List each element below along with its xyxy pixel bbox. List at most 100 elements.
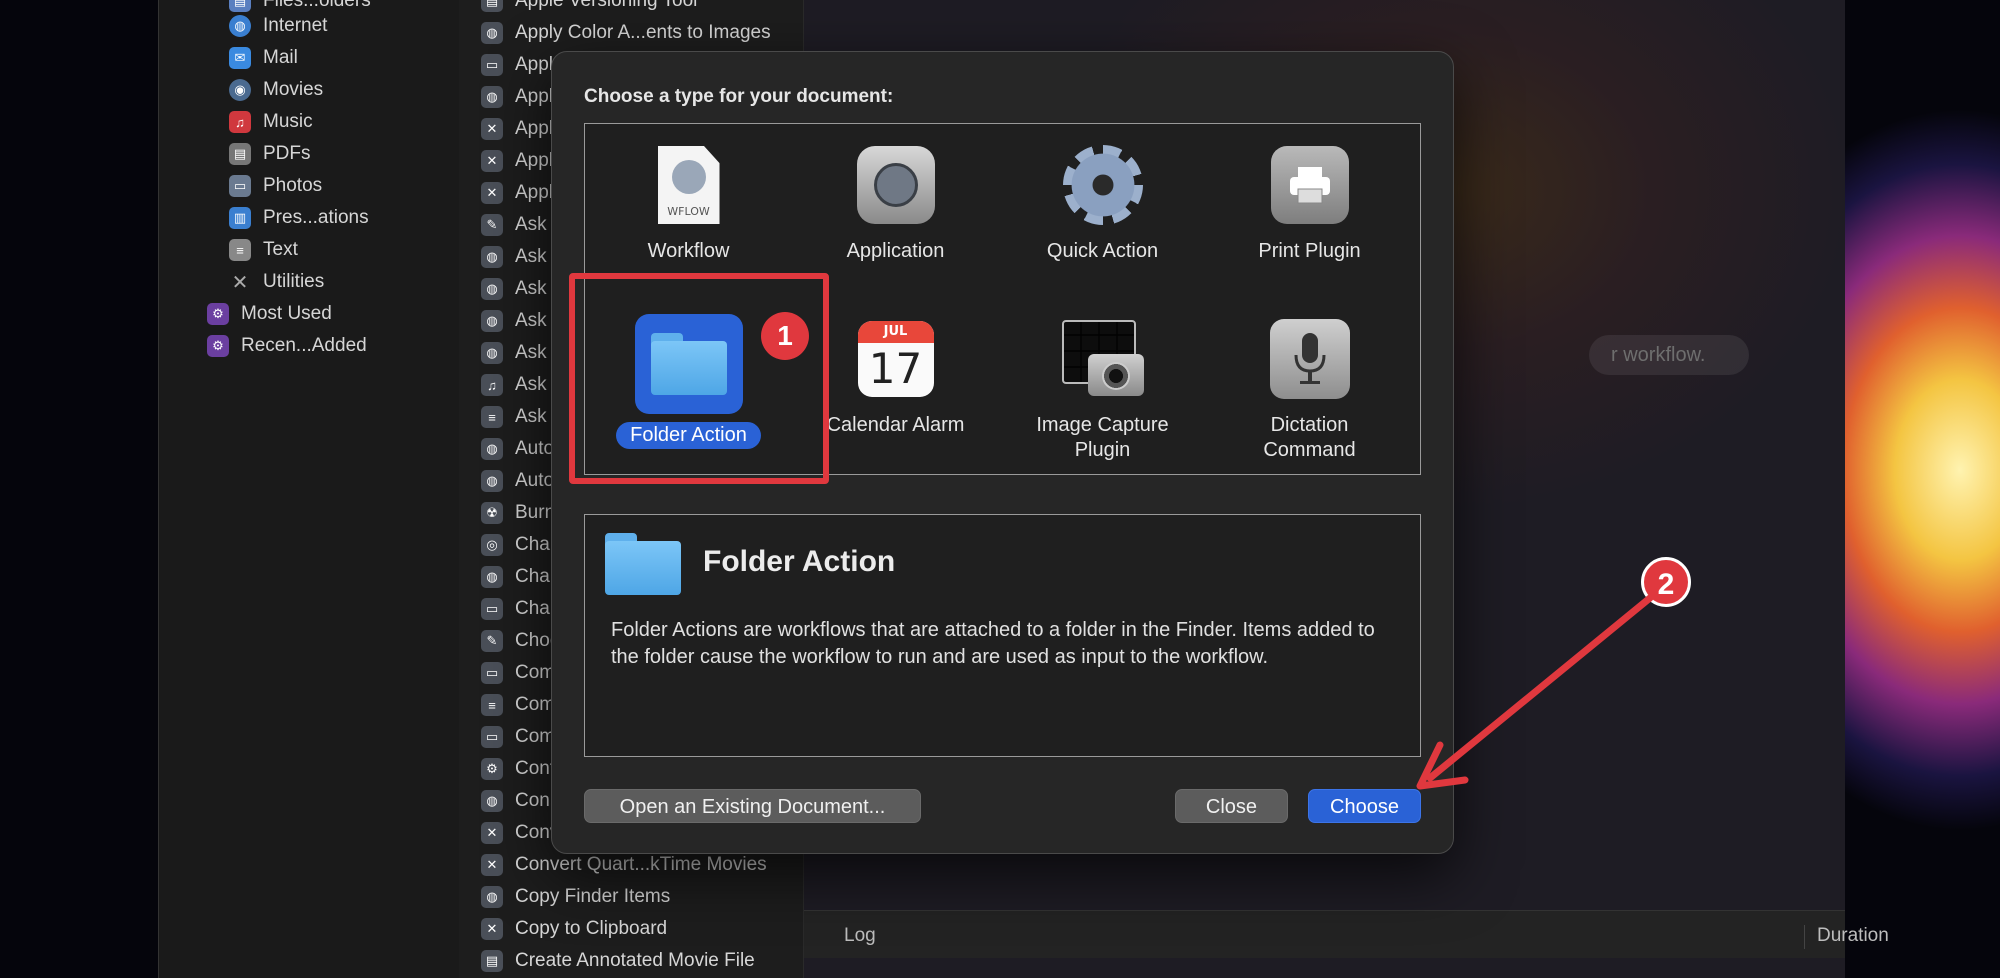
type-label: Quick Action [1046, 240, 1159, 262]
action-icon: ◍ [481, 310, 503, 332]
type-label: Image Capture Plugin [1036, 414, 1169, 461]
type-image-capture-plugin[interactable]: Image Capture Plugin [999, 304, 1206, 476]
automator-app-icon [856, 146, 935, 224]
log-header: Log Duration [804, 910, 1889, 958]
library-item-most-used[interactable]: ⚙ Most Used [207, 298, 332, 330]
action-item[interactable]: ◍ Conn [481, 785, 560, 817]
action-item[interactable]: ◍ Chan [481, 561, 560, 593]
action-icon: ✕ [481, 118, 503, 140]
library-item-text[interactable]: ≡ Text [229, 234, 298, 266]
action-item[interactable]: ✎ Choo [481, 625, 560, 657]
library-item-photos[interactable]: ▭ Photos [229, 170, 322, 202]
action-item[interactable]: ◍ Apply Color A...ents to Images [481, 17, 771, 49]
library-item-presentations[interactable]: ▥ Pres...ations [229, 202, 369, 234]
presentation-icon: ▥ [229, 207, 251, 229]
type-description-panel: Folder Action Folder Actions are workflo… [584, 514, 1421, 757]
folder-icon [605, 533, 681, 595]
action-item[interactable]: ✕ Conv [481, 817, 559, 849]
camera-icon [1061, 320, 1144, 398]
gear-icon [1062, 145, 1143, 225]
library-item-movies[interactable]: ◉ Movies [229, 74, 323, 106]
library-sidebar: ▤ Files...olders ◍ Internet ✉ Mail ◉ Mov… [159, 0, 459, 978]
smart-folder-icon: ⚙ [207, 303, 229, 325]
microphone-icon [1269, 319, 1350, 399]
library-item-recently-added[interactable]: ⚙ Recen...Added [207, 330, 367, 362]
step-2-badge: 2 [1641, 557, 1691, 607]
action-item[interactable]: ◎ Chan [481, 529, 560, 561]
action-icon: ≡ [481, 694, 503, 716]
action-item[interactable]: ▭ Chan [481, 593, 560, 625]
type-quick-action[interactable]: Quick Action [999, 130, 1206, 302]
workflow-hint: r workflow. [1589, 335, 1749, 375]
library-item-music[interactable]: ♫ Music [229, 106, 313, 138]
duration-column-label[interactable]: Duration [1804, 925, 1889, 949]
action-icon: ▭ [481, 726, 503, 748]
action-icon: ▭ [481, 54, 503, 76]
close-button[interactable]: Close [1175, 789, 1288, 823]
type-label: Workflow [647, 240, 730, 262]
action-icon: ◍ [481, 278, 503, 300]
open-existing-document-button[interactable]: Open an Existing Document... [584, 789, 921, 823]
library-item-internet[interactable]: ◍ Internet [229, 10, 327, 42]
type-label: Print Plugin [1258, 240, 1361, 262]
action-icon: ☢ [481, 502, 503, 524]
action-icon: ≡ [481, 406, 503, 428]
action-icon: ♫ [481, 374, 503, 396]
pdf-icon: ▤ [229, 143, 251, 165]
action-icon: ◍ [481, 470, 503, 492]
action-icon: ▭ [481, 598, 503, 620]
action-item[interactable]: ◍ Auto [481, 433, 554, 465]
action-item[interactable]: ▤ Apple Versioning Tool [481, 0, 697, 17]
type-dictation-command[interactable]: Dictation Command [1206, 304, 1413, 476]
action-item[interactable]: ▤ Create Annotated Movie File [481, 945, 755, 977]
step-1-badge: 1 [761, 312, 809, 360]
action-icon: ◍ [481, 342, 503, 364]
action-icon: ✕ [481, 918, 503, 940]
music-icon: ♫ [229, 111, 251, 133]
action-icon: ⚙ [481, 758, 503, 780]
action-item[interactable]: ◍ Auto [481, 465, 554, 497]
type-label: Calendar Alarm [826, 414, 965, 436]
movie-icon: ◉ [229, 79, 251, 101]
action-item[interactable]: ☢ Burn [481, 497, 555, 529]
calendar-icon: JUL 17 [857, 321, 934, 397]
library-item-utilities[interactable]: ✕ Utilities [229, 266, 325, 298]
action-icon: ◍ [481, 438, 503, 460]
action-icon: ◍ [481, 22, 503, 44]
action-icon: ◎ [481, 534, 503, 556]
description-title: Folder Action [703, 545, 896, 578]
tools-icon: ✕ [231, 271, 249, 294]
dialog-title: Choose a type for your document: [584, 86, 894, 107]
workflow-document-icon: WFLOW [657, 146, 720, 224]
printer-icon [1270, 146, 1349, 224]
action-icon: ▤ [481, 950, 503, 972]
action-icon: ◍ [481, 566, 503, 588]
library-item-mail[interactable]: ✉ Mail [229, 42, 298, 74]
type-label: Dictation Command [1263, 414, 1356, 461]
action-icon: ▭ [481, 662, 503, 684]
text-icon: ≡ [229, 239, 251, 261]
action-icon: ✎ [481, 630, 503, 652]
action-icon: ✎ [481, 214, 503, 236]
step-1-highlight [569, 273, 829, 484]
type-label: Application [846, 240, 945, 262]
choose-button[interactable]: Choose [1308, 789, 1421, 823]
action-icon: ✕ [481, 182, 503, 204]
action-item[interactable]: ✕ Copy to Clipboard [481, 913, 667, 945]
action-icon: ◍ [481, 886, 503, 908]
action-icon: ▤ [481, 0, 503, 12]
action-item[interactable]: ⚙ Confi [481, 753, 559, 785]
smart-folder-icon: ⚙ [207, 335, 229, 357]
action-item[interactable]: ◍ Copy Finder Items [481, 881, 670, 913]
log-column-label[interactable]: Log [844, 925, 876, 947]
library-item-pdfs[interactable]: ▤ PDFs [229, 138, 311, 170]
mail-icon: ✉ [229, 47, 251, 69]
type-print-plugin[interactable]: Print Plugin [1206, 130, 1413, 302]
action-icon: ✕ [481, 854, 503, 876]
action-icon: ◍ [481, 246, 503, 268]
photo-icon: ▭ [229, 175, 251, 197]
description-text: Folder Actions are workflows that are at… [611, 619, 1375, 668]
globe-icon: ◍ [229, 15, 251, 37]
action-icon: ◍ [481, 86, 503, 108]
action-icon: ◍ [481, 790, 503, 812]
